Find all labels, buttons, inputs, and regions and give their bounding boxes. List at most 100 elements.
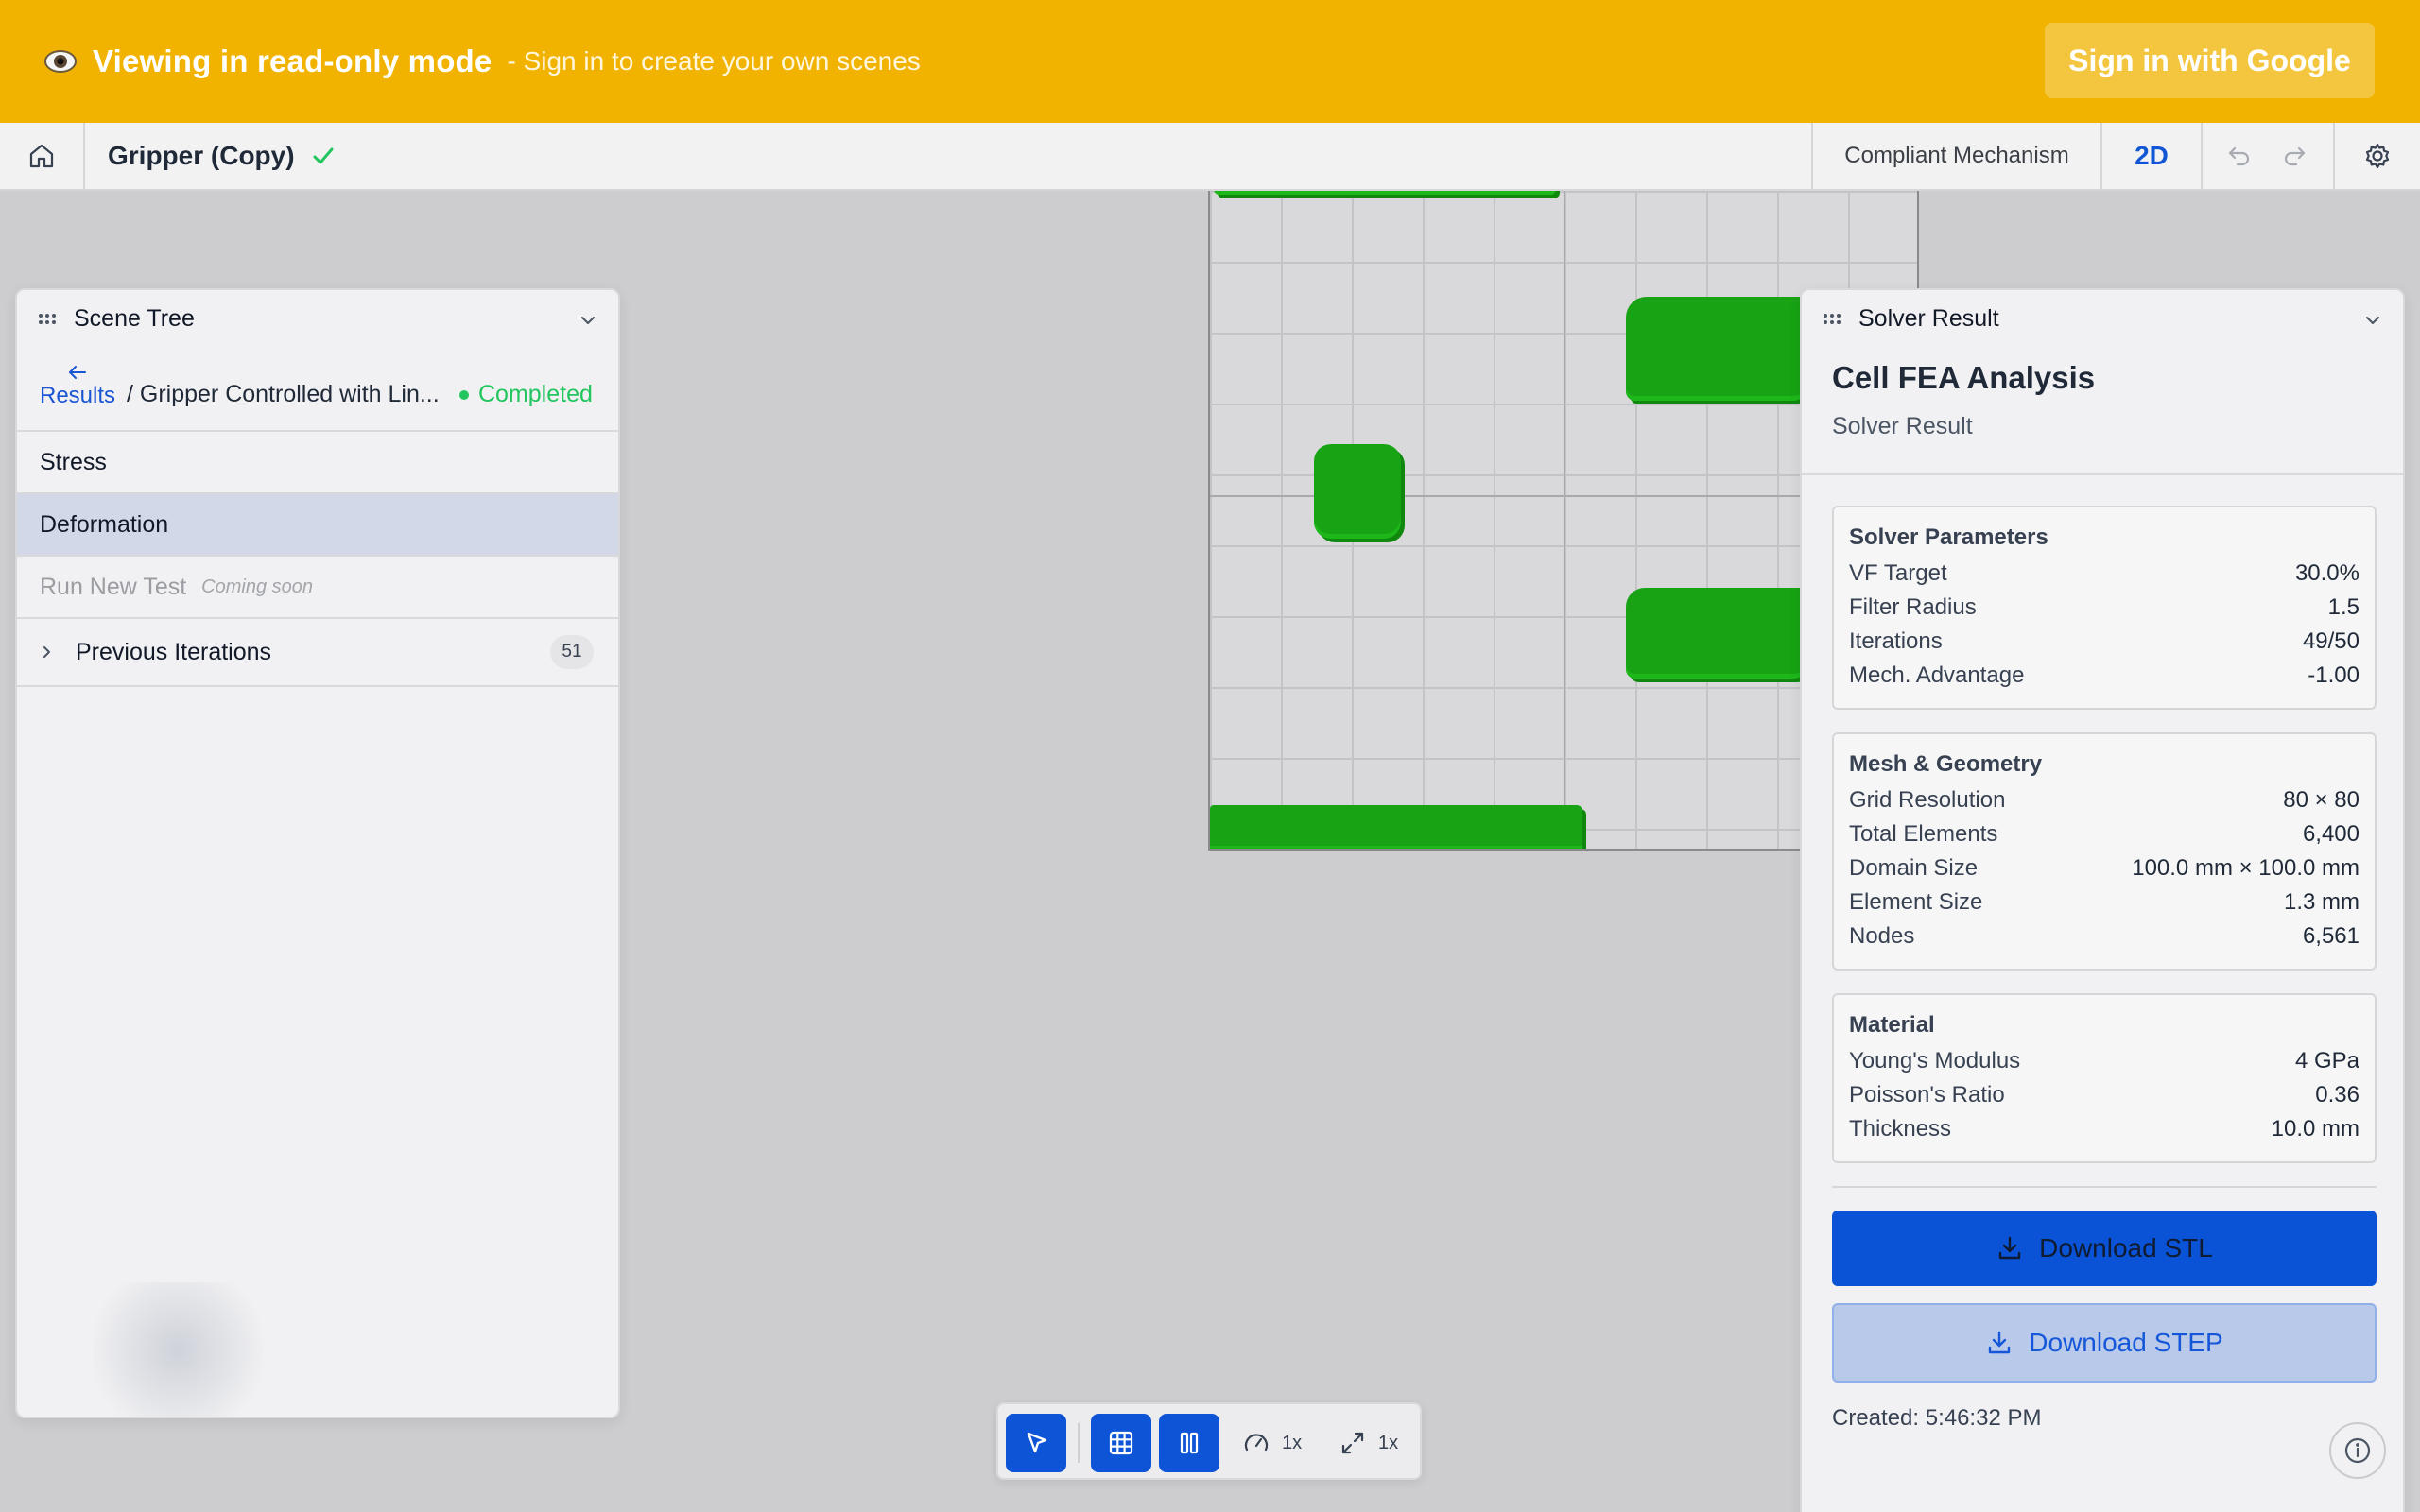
status-badge: Completed	[459, 381, 593, 408]
arrow-left-icon	[69, 366, 87, 379]
gear-icon	[2365, 143, 2390, 169]
undo-button[interactable]	[2218, 123, 2261, 189]
back-link-label: Results	[40, 383, 116, 408]
home-button[interactable]	[0, 123, 83, 189]
solver-result-panel-title: Solver Result	[1858, 304, 1999, 332]
tree-item-deformation[interactable]: Deformation	[17, 494, 618, 557]
download-icon	[1989, 1331, 2011, 1354]
param-row: Mech. Advantage -1.00	[1849, 659, 2360, 693]
param-label: Mech. Advantage	[1849, 662, 2025, 688]
settings-button[interactable]	[2335, 123, 2420, 189]
check-icon	[313, 147, 334, 164]
chevron-down-icon[interactable]	[577, 309, 599, 332]
param-value: -1.00	[2308, 662, 2360, 688]
speed-gauge-icon	[1244, 1434, 1269, 1452]
scale-label: 1x	[1378, 1432, 1399, 1453]
card-title: Solver Parameters	[1849, 524, 2048, 550]
param-row: Nodes 6,561	[1849, 919, 2360, 954]
download-stl-button[interactable]: Download STL	[1832, 1211, 2377, 1286]
analysis-title: Cell FEA Analysis	[1832, 360, 2096, 395]
param-label: Iterations	[1849, 628, 1943, 654]
gripper-jaw-lower	[1626, 588, 1815, 679]
grid-toggle-button[interactable]	[1091, 1414, 1151, 1472]
card-title: Mesh & Geometry	[1849, 751, 2043, 777]
coming-soon-note: Coming soon	[201, 576, 314, 597]
param-label: Filter Radius	[1849, 594, 1977, 620]
select-tool-button[interactable]	[1006, 1414, 1066, 1472]
banner-subtitle: - Sign in to create your own scenes	[507, 46, 921, 76]
drag-handle-icon[interactable]	[36, 307, 59, 330]
sign-in-google-button[interactable]: Sign in with Google	[2045, 23, 2375, 98]
mode-selector[interactable]: Compliant Mechanism	[1813, 123, 2100, 189]
material-card: Material Young's Modulus 4 GPa Poisson's …	[1832, 993, 2377, 1163]
param-row: Iterations 49/50	[1849, 625, 2360, 659]
canvas-axis-vertical	[1564, 191, 1565, 849]
param-value: 1.5	[2327, 594, 2360, 620]
param-label: Element Size	[1849, 889, 1983, 915]
param-value: 6,561	[2302, 923, 2360, 949]
grid-icon	[1109, 1431, 1133, 1455]
gripper-segment-base	[1210, 805, 1582, 849]
created-timestamp: Created: 5:46:32 PM	[1832, 1405, 2042, 1431]
download-stl-label: Download STL	[2039, 1233, 2213, 1263]
tree-item-stress[interactable]: Stress	[17, 432, 618, 494]
chevron-right-icon	[43, 646, 50, 658]
download-icon	[1998, 1236, 2021, 1260]
param-label: Grid Resolution	[1849, 787, 2006, 813]
scene-name-label: Gripper (Copy)	[108, 141, 295, 170]
iterations-count-badge: 51	[550, 635, 594, 669]
run-new-test-label: Run New Test	[40, 573, 187, 600]
mesh-geometry-card: Mesh & Geometry Grid Resolution 80 × 80 T…	[1832, 732, 2377, 971]
section-divider	[1802, 473, 2403, 475]
download-step-label: Download STEP	[2029, 1328, 2223, 1357]
scene-tree-header[interactable]: Scene Tree	[17, 290, 618, 347]
param-value: 10.0 mm	[2271, 1116, 2360, 1142]
select-pointer-icon	[1027, 1432, 1047, 1453]
read-only-banner: Viewing in read-only mode - Sign in to c…	[0, 0, 2420, 123]
toolbar-divider	[1078, 1423, 1080, 1463]
param-value: 30.0%	[2294, 560, 2360, 586]
status-dot	[459, 389, 469, 400]
param-label: Thickness	[1849, 1116, 1952, 1142]
param-value: 0.36	[2315, 1082, 2360, 1108]
home-icon	[29, 144, 54, 168]
param-label: Domain Size	[1849, 855, 1979, 881]
param-label: Total Elements	[1849, 821, 1998, 847]
breadcrumb-current: / Gripper Controlled with Lin...	[127, 381, 440, 407]
previous-iterations-label: Previous Iterations	[76, 638, 272, 665]
top-toolbar: Gripper (Copy) Compliant Mechanism 2D	[0, 123, 2420, 191]
eye-icon	[44, 50, 77, 73]
pause-button[interactable]	[1159, 1414, 1219, 1472]
scene-tree-title: Scene Tree	[74, 304, 195, 332]
scene-tree-panel: Scene Tree Results / Gripper Controlled …	[15, 288, 620, 1418]
solver-result-header[interactable]: Solver Result	[1802, 290, 2403, 347]
undo-icon	[2228, 146, 2250, 166]
info-button[interactable]	[2329, 1422, 2386, 1479]
toolbar-divider	[2201, 123, 2203, 189]
drag-handle-icon[interactable]	[1821, 307, 1843, 330]
view-2d-toggle[interactable]: 2D	[2102, 123, 2201, 189]
tree-item-previous-iterations[interactable]: Previous Iterations 51	[17, 619, 618, 687]
redo-button[interactable]	[2273, 123, 2316, 189]
chevron-down-icon[interactable]	[2361, 309, 2384, 332]
toolbar-divider	[83, 123, 85, 189]
param-value: 100.0 mm × 100.0 mm	[2132, 855, 2360, 881]
param-label: VF Target	[1849, 560, 1947, 586]
param-value: 80 × 80	[2283, 787, 2360, 813]
expand-icon	[1341, 1432, 1364, 1454]
param-row: Domain Size 100.0 mm × 100.0 mm	[1849, 851, 2360, 885]
speed-control[interactable]: 1x	[1242, 1414, 1302, 1472]
download-step-button[interactable]: Download STEP	[1832, 1303, 2377, 1383]
back-to-results-link[interactable]: Results	[40, 364, 115, 409]
param-value: 1.3 mm	[2283, 889, 2360, 915]
bottom-toolbar: 1x 1x	[996, 1402, 1422, 1480]
param-row: Filter Radius 1.5	[1849, 591, 2360, 625]
param-row: VF Target 30.0%	[1849, 557, 2360, 591]
pause-icon	[1180, 1432, 1199, 1454]
scale-control[interactable]: 1x	[1339, 1414, 1398, 1472]
param-row: Young's Modulus 4 GPa	[1849, 1044, 2360, 1078]
status-label: Completed	[478, 381, 593, 407]
tree-item-run-new-test: Run New Test Coming soon	[17, 557, 618, 619]
param-row: Thickness 10.0 mm	[1849, 1112, 2360, 1146]
param-value: 4 GPa	[2294, 1048, 2360, 1074]
